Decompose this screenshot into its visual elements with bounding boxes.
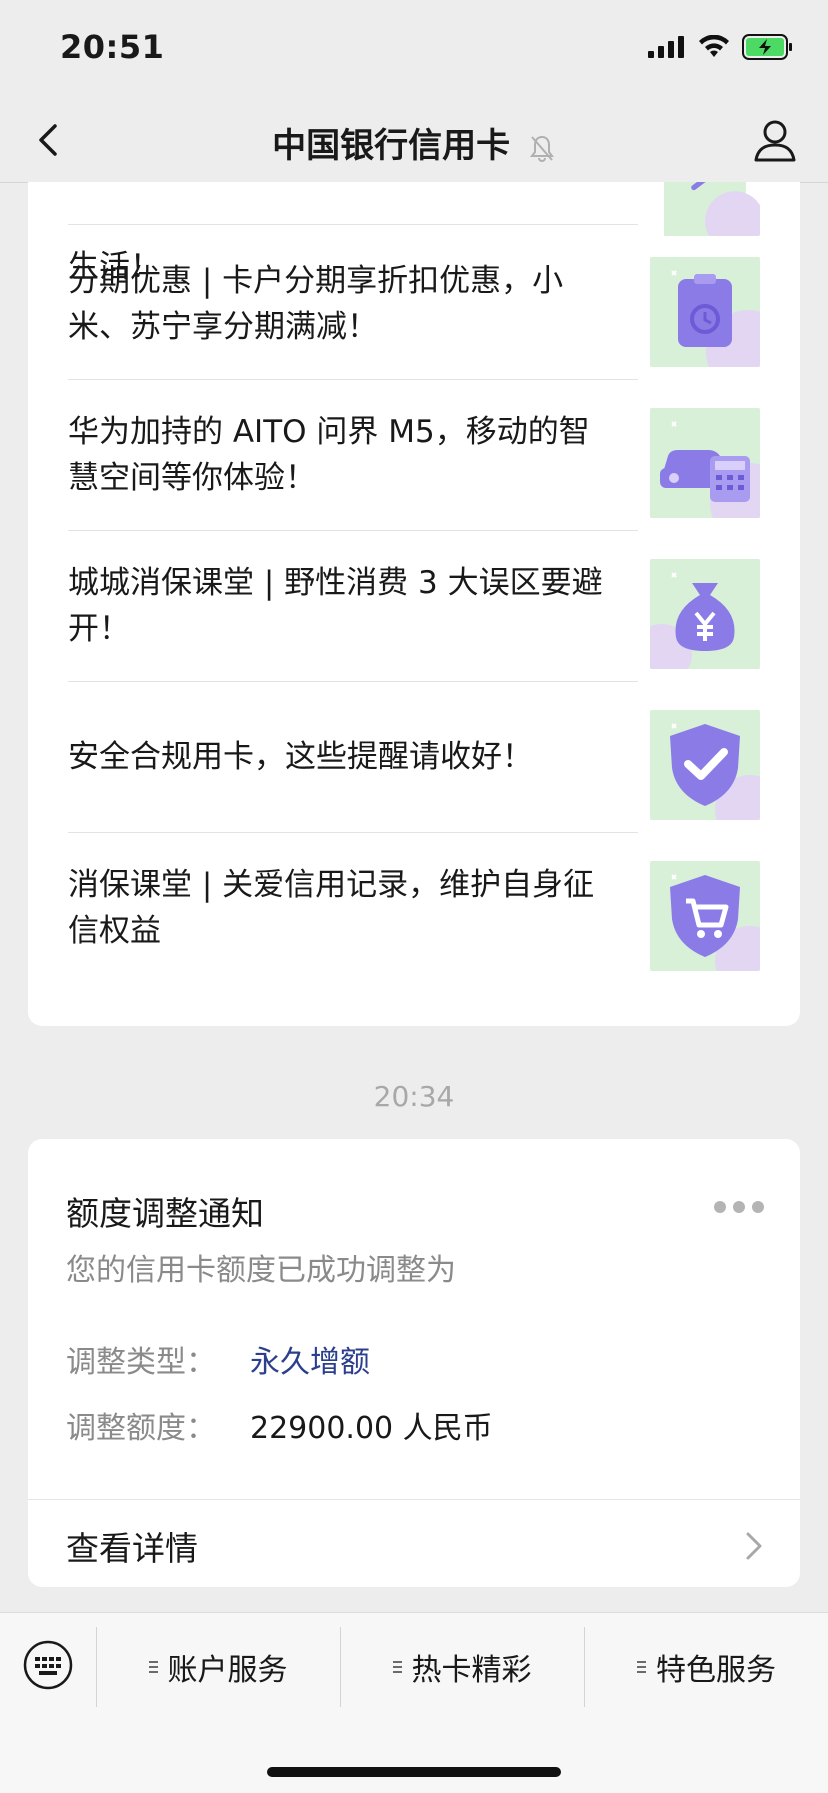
shield-check-thumbnail-icon: [650, 710, 760, 820]
shield-cart-thumbnail-icon: [650, 861, 760, 971]
notification-title: 额度调整通知: [66, 1194, 264, 1233]
keyboard-toggle-button[interactable]: [22, 1639, 74, 1691]
page-title: 中国银行信用卡: [272, 126, 511, 166]
article-title: 城城消保课堂 | 野性消费 3 大误区要避开！: [68, 565, 603, 647]
nav-bar: 中国银行信用卡: [0, 100, 828, 183]
profile-button[interactable]: [752, 118, 798, 164]
keyboard-icon: [23, 1640, 73, 1690]
chevron-right-icon: [746, 1532, 762, 1560]
status-icons: [648, 34, 794, 60]
article-list-card: 生活！ 分期优惠 | 卡户分期享折扣优惠，小米、苏宁享分期满减！ 华为加持的 A…: [28, 182, 800, 1026]
dot: [733, 1201, 745, 1213]
arrow-thumbnail-icon: [664, 182, 760, 236]
menu-label: 账户服务: [167, 1653, 288, 1688]
battery-charging-icon: [742, 34, 792, 60]
menu-featured-services[interactable]: 特色服务: [585, 1627, 828, 1707]
dot: [714, 1201, 726, 1213]
menu-label: 热卡精彩: [411, 1653, 532, 1688]
article-item[interactable]: 分期优惠 | 卡户分期享折扣优惠，小米、苏宁享分期满减！: [68, 229, 768, 379]
car-calculator-thumbnail-icon: [650, 408, 760, 518]
field-label: 调整类型：: [66, 1345, 216, 1380]
divider: [68, 224, 638, 225]
menu-account-services[interactable]: 账户服务: [97, 1627, 339, 1707]
field-value: 22900.00 人民币: [250, 1411, 493, 1446]
article-title: 消保课堂 | 关爱信用记录，维护自身征信权益: [68, 867, 595, 949]
notification-card[interactable]: 额度调整通知 您的信用卡额度已成功调整为 调整类型： 永久增额 调整额度： 22…: [28, 1139, 800, 1587]
notification-subtitle: 您的信用卡额度已成功调整为: [66, 1253, 456, 1288]
more-options-button[interactable]: [714, 1197, 764, 1217]
status-time: 20:51: [60, 28, 165, 66]
field-value: 永久增额: [250, 1345, 370, 1380]
article-title: 分期优惠 | 卡户分期享折扣优惠，小米、苏宁享分期满减！: [68, 263, 564, 345]
article-item[interactable]: 安全合规用卡，这些提醒请收好！: [68, 682, 768, 832]
submenu-icon: [148, 1661, 158, 1673]
menu-hot-cards[interactable]: 热卡精彩: [341, 1627, 583, 1707]
wifi-icon: [699, 35, 729, 57]
person-icon: [754, 120, 796, 162]
home-indicator[interactable]: [267, 1767, 561, 1777]
mute-bell-icon: [529, 135, 554, 162]
article-item[interactable]: 华为加持的 AITO 问界 M5，移动的智慧空间等你体验！: [68, 380, 768, 530]
signal-icon: [648, 36, 684, 58]
menu-label: 特色服务: [656, 1653, 776, 1688]
money-bag-thumbnail-icon: [650, 559, 760, 669]
dot: [752, 1201, 764, 1213]
message-timestamp: 20:34: [373, 1080, 455, 1113]
field-label: 调整额度：: [66, 1411, 216, 1446]
view-details-label: 查看详情: [66, 1529, 198, 1568]
bottom-menu-bar: 账户服务 热卡精彩 特色服务: [0, 1612, 828, 1793]
view-details-link[interactable]: 查看详情: [28, 1500, 800, 1587]
article-title: 华为加持的 AITO 问界 M5，移动的智慧空间等你体验！: [68, 414, 590, 496]
clipboard-clock-thumbnail-icon: [650, 257, 760, 367]
nav-title-group: 中国银行信用卡: [0, 118, 828, 167]
article-item[interactable]: 城城消保课堂 | 野性消费 3 大误区要避开！: [68, 531, 768, 681]
status-bar: 20:51: [0, 0, 828, 100]
submenu-icon: [392, 1661, 402, 1673]
article-item[interactable]: 消保课堂 | 关爱信用记录，维护自身征信权益: [68, 833, 768, 983]
article-title: 安全合规用卡，这些提醒请收好！: [68, 739, 533, 775]
submenu-icon: [637, 1661, 646, 1673]
